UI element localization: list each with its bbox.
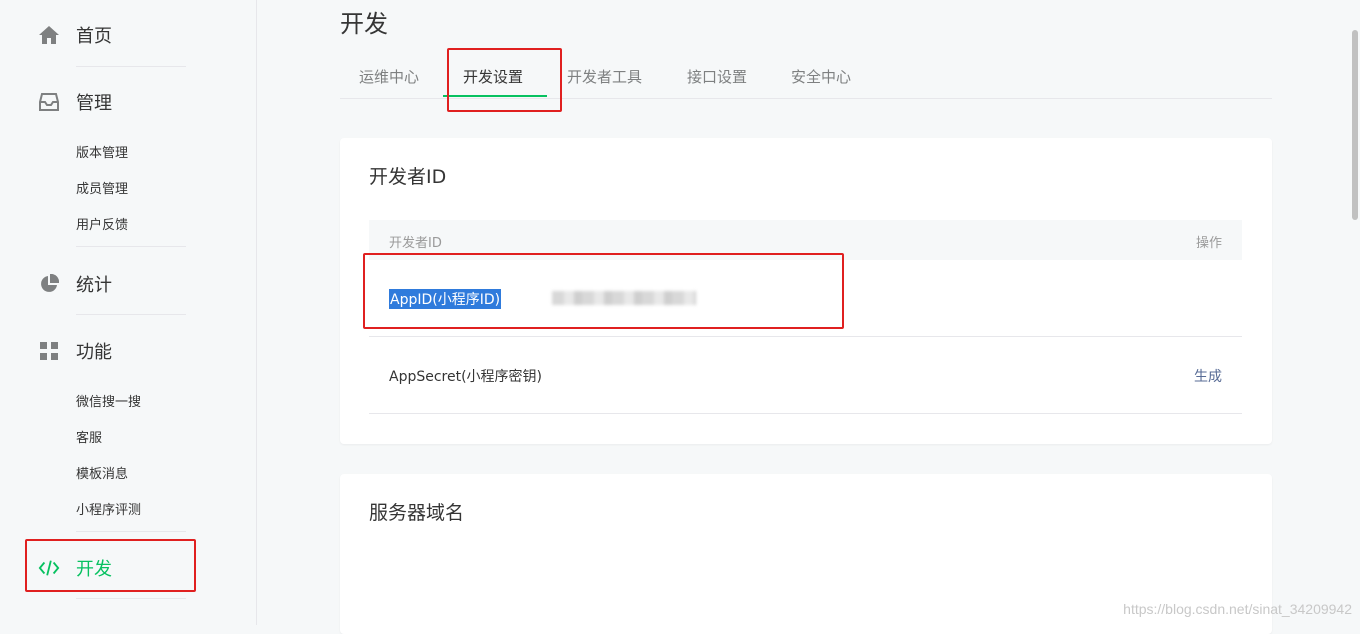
card-title: 服务器域名 <box>369 502 465 524</box>
appsecret-label: AppSecret(小程序密钥) <box>389 369 543 385</box>
nav-sub-version[interactable]: 版本管理 <box>76 142 128 161</box>
nav-manage[interactable]: 管理 <box>38 89 112 115</box>
home-icon <box>38 24 60 46</box>
nav-home-label: 首页 <box>76 26 112 47</box>
highlight-box <box>363 253 844 329</box>
pie-chart-icon <box>38 273 60 295</box>
highlight-box <box>447 48 562 112</box>
highlight-box <box>25 539 196 592</box>
watermark: https://blog.csdn.net/sinat_34209942 <box>1123 601 1352 617</box>
sidebar: 首页 管理 版本管理 成员管理 用户反馈 统计 功能 微信搜一搜 客服 模板消息… <box>0 0 257 625</box>
nav-sub-service[interactable]: 客服 <box>76 427 102 446</box>
card-title: 开发者ID <box>369 166 447 188</box>
nav-stats-label: 统计 <box>76 275 112 296</box>
nav-sub-search[interactable]: 微信搜一搜 <box>76 391 141 410</box>
nav-stats[interactable]: 统计 <box>38 271 112 297</box>
generate-link[interactable]: 生成 <box>1194 366 1222 386</box>
table-row-appsecret: AppSecret(小程序密钥) 生成 <box>369 337 1242 414</box>
nav-features[interactable]: 功能 <box>38 338 112 364</box>
divider <box>76 66 186 67</box>
divider <box>76 246 186 247</box>
nav-features-label: 功能 <box>76 342 112 363</box>
grid-icon <box>38 340 60 362</box>
column-header-action: 操作 <box>1195 236 1222 251</box>
tab-ops[interactable]: 运维中心 <box>359 66 419 87</box>
nav-sub-feedback[interactable]: 用户反馈 <box>76 214 128 233</box>
tab-api-settings[interactable]: 接口设置 <box>687 66 747 87</box>
nav-sub-template[interactable]: 模板消息 <box>76 463 128 482</box>
scrollbar[interactable] <box>1352 30 1358 220</box>
nav-manage-label: 管理 <box>76 93 112 114</box>
inbox-icon <box>38 91 60 113</box>
tab-dev-tools[interactable]: 开发者工具 <box>567 66 642 87</box>
nav-sub-review[interactable]: 小程序评测 <box>76 499 141 518</box>
nav-sub-members[interactable]: 成员管理 <box>76 178 128 197</box>
tab-security[interactable]: 安全中心 <box>791 66 851 87</box>
nav-home[interactable]: 首页 <box>38 22 112 48</box>
page-title: 开发 <box>340 10 388 38</box>
divider <box>76 598 186 599</box>
divider <box>76 314 186 315</box>
column-header-id: 开发者ID <box>389 236 442 251</box>
divider <box>76 531 186 532</box>
